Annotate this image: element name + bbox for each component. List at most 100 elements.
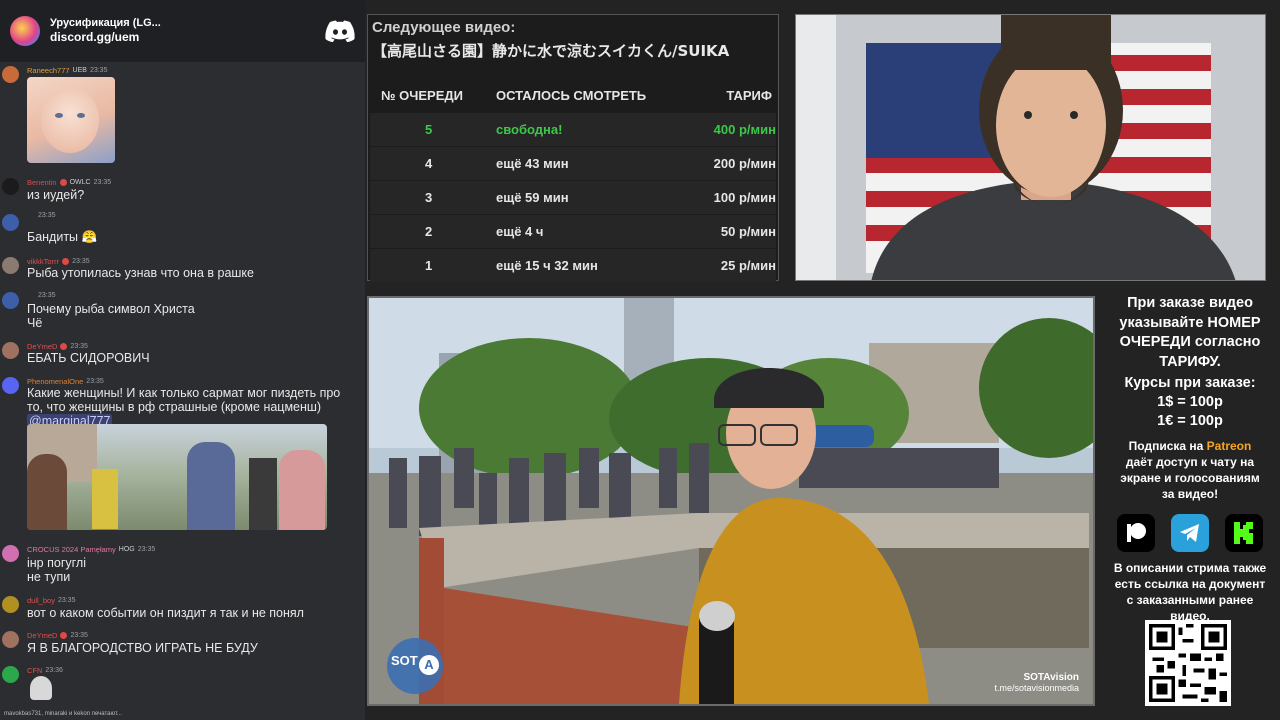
queue-row: 2 ещё 4 ч 50 р/мин — [370, 215, 776, 248]
image-face — [41, 87, 99, 153]
server-info: Урусификация (LG... discord.gg/uem — [50, 17, 315, 46]
row-left: ещё 59 мин — [496, 190, 569, 205]
timestamp: 23:36 — [45, 667, 63, 674]
message-text: из иудей? — [27, 188, 85, 202]
typing-indicator: mavokbas731, minaraki и kekon печатают..… — [4, 711, 122, 717]
message-meta: Benentin OWLC 23:35 — [27, 178, 111, 187]
avatar — [2, 545, 19, 562]
row-rate: 50 р/мин — [720, 224, 776, 239]
qr-code[interactable] — [1145, 620, 1231, 706]
kick-icon[interactable] — [1225, 514, 1263, 552]
rate-eur: 1€ = 100р — [1157, 413, 1223, 429]
message-meta: DeYmeD 23:35 — [27, 342, 88, 351]
server-name: Урусификация (LG... — [50, 16, 161, 29]
order-line: ТАРИФУ. — [1159, 353, 1221, 370]
sub-line: даёт доступ к чату на — [1125, 455, 1255, 469]
message-text: інр погуглі — [27, 556, 86, 570]
row-rate: 400 р/мин — [713, 122, 776, 137]
image-eye — [55, 113, 63, 118]
timestamp: 23:35 — [57, 597, 76, 604]
badge-icon — [60, 632, 68, 639]
watermark-name: SOTAvision — [1023, 672, 1079, 683]
timestamp: 23:35 — [137, 546, 156, 553]
timestamp: 23:35 — [38, 292, 56, 299]
username[interactable]: Benentin — [27, 178, 57, 187]
row-rate: 100 р/мин — [713, 190, 776, 205]
image-eye — [77, 113, 85, 118]
avatar — [2, 66, 19, 83]
attached-image[interactable] — [27, 424, 327, 530]
next-video-label: Следующее видео: — [372, 19, 516, 36]
subscription-info: Подписка на Patreon даёт доступ к чату н… — [1100, 438, 1280, 502]
order-line: ОЧЕРЕДИ согласно — [1119, 334, 1261, 350]
watermark-link: t.me/sotavisionmedia — [994, 683, 1079, 693]
image-person — [187, 442, 235, 530]
badge-icon — [59, 179, 67, 186]
image-person — [249, 458, 277, 530]
row-num: 5 — [425, 122, 433, 137]
message-text: Какие женщины! И как только сармат мог п… — [27, 386, 341, 400]
avatar — [2, 342, 19, 359]
message-text: вот о каком событии он пиздит я так и не… — [27, 606, 304, 620]
message-text: Чё — [27, 316, 43, 330]
avatar — [2, 631, 19, 648]
message-text: то, что женщины в рф страшные (кроме нац… — [27, 400, 322, 414]
server-icon — [10, 16, 40, 46]
row-num: 4 — [425, 156, 433, 171]
username[interactable]: DeYmeD — [27, 631, 57, 640]
queue-row: 4 ещё 43 мин 200 р/мин — [370, 147, 776, 180]
avatar — [2, 377, 19, 394]
telegram-glyph — [1180, 524, 1199, 542]
header-left: ОСТАЛОСЬ СМОТРЕТЬ — [496, 88, 647, 103]
message-meta: CROCUS 2024 Pamęłamy HOG 23:35 — [27, 545, 155, 554]
badge: OWLC — [69, 179, 91, 186]
avatar — [2, 178, 19, 195]
username[interactable]: Raneech777 — [27, 66, 70, 75]
discord-icon — [325, 20, 355, 42]
info-column: При заказе видео указывайте НОМЕР ОЧЕРЕД… — [1100, 294, 1280, 624]
patreon-link[interactable]: Patreon — [1207, 439, 1252, 453]
social-links — [1100, 514, 1280, 552]
header-rate: ТАРИФ — [726, 88, 772, 103]
sub-line: экране и голосованиям — [1120, 471, 1260, 485]
exchange-rates: Курсы при заказе: 1$ = 100р 1€ = 100р — [1100, 374, 1280, 431]
chat-panel: Урусификация (LG... discord.gg/uem Ranee… — [0, 0, 365, 720]
patreon-icon[interactable] — [1117, 514, 1155, 552]
main-video[interactable]: SOT A SOTAvision t.me/sotavisionmedia — [367, 296, 1095, 706]
sota-logo-a: A — [419, 655, 439, 675]
username[interactable]: CROCUS 2024 Pamęłamy — [27, 545, 116, 554]
message-meta: dull_boy 23:35 — [27, 596, 75, 605]
server-invite-link[interactable]: discord.gg/uem — [50, 30, 315, 45]
message-text: ЕБАТЬ СИДОРОВИЧ — [27, 351, 150, 365]
message-meta: DeYmeD 23:35 — [27, 631, 88, 640]
patreon-glyph — [1127, 523, 1146, 542]
telegram-icon[interactable] — [1171, 514, 1209, 552]
row-num: 2 — [425, 224, 433, 239]
sub-line: Подписка на Patreon — [1100, 438, 1280, 454]
row-left: свободна! — [496, 122, 563, 137]
username[interactable]: CFN — [27, 666, 42, 675]
desc-line: есть ссылка на документ — [1114, 577, 1266, 591]
webcam-feed — [795, 14, 1266, 281]
username[interactable]: dull_boy — [27, 596, 55, 605]
timestamp: 23:35 — [93, 179, 112, 186]
row-rate: 25 р/мин — [720, 258, 776, 273]
row-left: ещё 15 ч 32 мин — [496, 258, 598, 273]
avatar — [2, 214, 19, 231]
timestamp: 23:35 — [38, 212, 56, 219]
emote-image — [30, 676, 52, 700]
message-text: Бандиты 😤 — [27, 230, 98, 244]
attached-image[interactable] — [27, 77, 115, 163]
row-left: ещё 4 ч — [496, 224, 544, 239]
desc-line: В описании стрима также — [1113, 561, 1267, 575]
username[interactable]: vikkkTorrr — [27, 257, 59, 266]
username[interactable]: PhenomenalOne — [27, 377, 83, 386]
image-person — [279, 450, 325, 530]
row-num: 1 — [425, 258, 433, 273]
kick-glyph — [1234, 522, 1253, 544]
rate-usd: 1$ = 100р — [1157, 394, 1223, 410]
order-line: указывайте НОМЕР — [1119, 314, 1261, 331]
row-num: 3 — [425, 190, 433, 205]
username[interactable]: DeYmeD — [27, 342, 57, 351]
image-person — [92, 469, 118, 529]
